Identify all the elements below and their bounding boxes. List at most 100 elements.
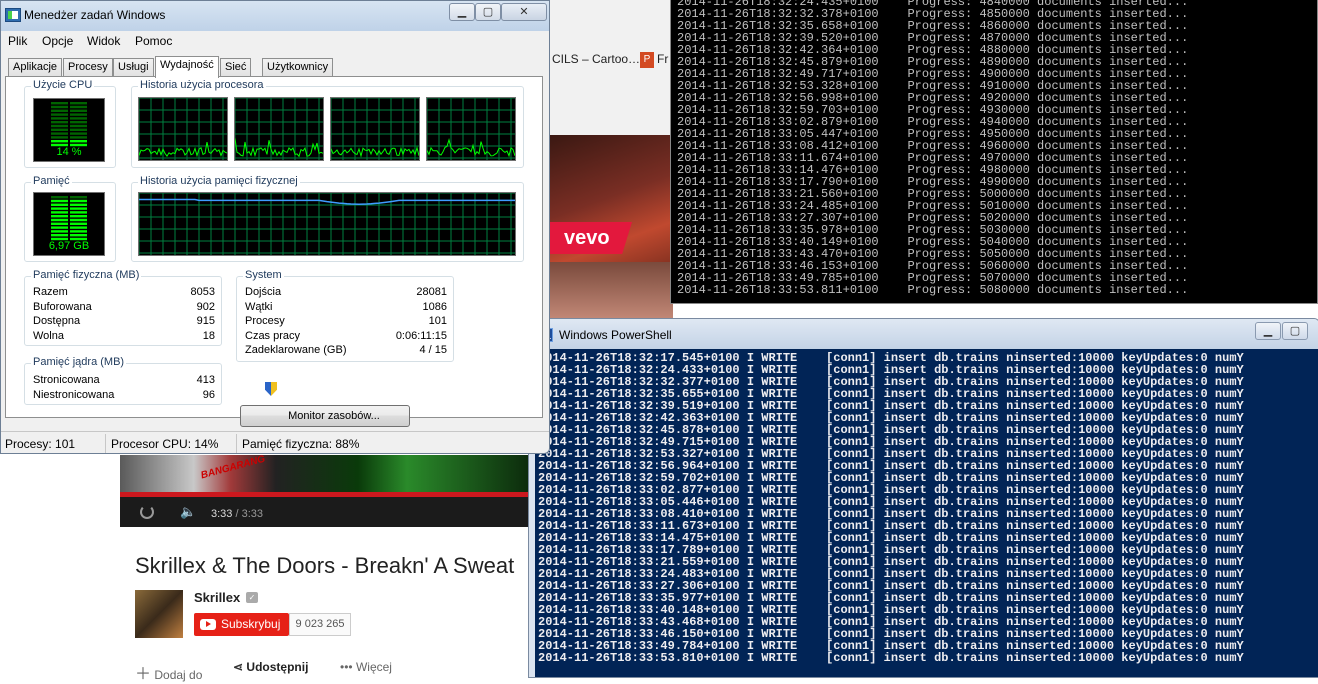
stat-label: Stronicowana bbox=[33, 374, 100, 386]
cpu-core-graph-1 bbox=[138, 97, 228, 161]
stat-row: Czas pracy 0:06:11:15 bbox=[245, 330, 447, 344]
memory-history-group: Historia użycia pamięci fizycznej bbox=[131, 175, 524, 262]
meter-segment bbox=[70, 105, 87, 109]
tab-uslugi[interactable]: Usługi bbox=[113, 58, 154, 76]
more-label: Więcej bbox=[355, 660, 392, 674]
cpu-history-group: Historia użycia procesora bbox=[131, 79, 524, 168]
status-memory: Pamięć fizyczna: 88% bbox=[242, 437, 360, 451]
time-separator: / bbox=[232, 508, 242, 520]
tab-procesy[interactable]: Procesy bbox=[63, 58, 113, 76]
browser-tab[interactable]: CILS – Cartoo… bbox=[552, 52, 640, 66]
meter-segment bbox=[70, 234, 87, 237]
channel-name[interactable]: Skrillex bbox=[194, 590, 240, 605]
memory-history-chart bbox=[139, 193, 515, 255]
minimize-button[interactable]: ▁ bbox=[1255, 322, 1281, 340]
meter-segment bbox=[51, 196, 68, 199]
status-divider bbox=[236, 434, 237, 453]
stat-row: Wolna 18 bbox=[33, 330, 215, 344]
meter-segment bbox=[70, 140, 87, 143]
browser-tab[interactable]: Fr bbox=[657, 52, 668, 66]
cpu-core-4-chart bbox=[427, 98, 515, 160]
stat-label: Niestronicowana bbox=[33, 389, 115, 401]
add-to-label: Dodaj do bbox=[154, 668, 203, 682]
stat-value: 0:06:11:15 bbox=[395, 330, 447, 342]
cpu-core-3-chart bbox=[331, 98, 419, 160]
memory-history-label: Historia użycia pamięci fizycznej bbox=[138, 175, 300, 187]
stat-row: Dostępna 915 bbox=[33, 315, 215, 329]
system-label: System bbox=[243, 269, 284, 281]
cpu-usage-value: 14 % bbox=[56, 146, 82, 158]
menu-pomoc[interactable]: Pomoc bbox=[135, 34, 172, 48]
menu-plik[interactable]: Plik bbox=[8, 34, 27, 48]
tab-uzytkownicy[interactable]: Użytkownicy bbox=[262, 58, 334, 76]
tab-siec[interactable]: Sieć bbox=[220, 58, 252, 76]
task-manager-window[interactable]: Menedżer zadań Windows ▁ ▢ ✕ Plik Opcje … bbox=[0, 0, 550, 454]
meter-segment bbox=[70, 207, 87, 210]
add-to-button[interactable]: ＋ Dodaj do bbox=[135, 660, 202, 684]
cpu-history-label: Historia użycia procesora bbox=[138, 79, 266, 91]
stat-value: 4 / 15 bbox=[419, 344, 447, 356]
tab-aplikacje[interactable]: Aplikacje bbox=[8, 58, 63, 76]
maximize-button[interactable]: ▢ bbox=[1282, 322, 1308, 340]
verified-icon: ✓ bbox=[246, 592, 258, 603]
memory-history-graph bbox=[138, 192, 516, 256]
stat-value: 96 bbox=[202, 389, 215, 401]
video-frame[interactable] bbox=[120, 455, 530, 495]
more-button[interactable]: ••• Więcej bbox=[340, 660, 392, 674]
cpu-history-line bbox=[139, 142, 227, 158]
stat-label: Zadeklarowane (GB) bbox=[245, 344, 347, 356]
meter-segment bbox=[70, 226, 87, 229]
meter-segment bbox=[70, 102, 87, 105]
stat-value: 902 bbox=[196, 301, 215, 313]
meter-segment bbox=[70, 199, 87, 203]
meter-segment bbox=[51, 226, 68, 229]
resource-monitor-button[interactable]: Monitor zasobów... bbox=[240, 405, 410, 427]
minimize-button[interactable]: ▁ bbox=[449, 3, 475, 21]
meter-segment bbox=[70, 128, 87, 131]
meter-segment bbox=[51, 128, 68, 131]
kernel-memory-group: Pamięć jądra (MB) Stronicowana 413 Niestr… bbox=[24, 356, 222, 405]
stat-row: Wątki 1086 bbox=[245, 301, 447, 315]
task-manager-titlebar[interactable]: Menedżer zadań Windows ▁ ▢ ✕ bbox=[1, 1, 549, 31]
menu-opcje[interactable]: Opcje bbox=[42, 34, 73, 48]
channel-avatar[interactable] bbox=[135, 590, 183, 638]
cpu-history-line bbox=[235, 138, 323, 158]
close-button[interactable]: ✕ bbox=[501, 3, 547, 21]
meter-segment bbox=[70, 136, 87, 139]
stat-value: 8053 bbox=[190, 286, 215, 298]
cpu-core-graph-4 bbox=[426, 97, 516, 161]
meter-segment bbox=[70, 211, 87, 214]
status-divider bbox=[105, 434, 106, 453]
stat-label: Wolna bbox=[33, 330, 64, 342]
status-processes: Procesy: 101 bbox=[5, 437, 76, 451]
menu-widok[interactable]: Widok bbox=[87, 34, 120, 48]
meter-segment bbox=[70, 109, 87, 112]
status-bar: Procesy: 101 Procesor CPU: 14% Pamięć fi… bbox=[1, 431, 549, 453]
share-button[interactable]: ⋖ Udostępnij bbox=[233, 660, 308, 674]
powershell-titlebar[interactable]: >_ Windows PowerShell ▁ ▢ bbox=[529, 319, 1318, 349]
cpu-history-line bbox=[427, 138, 515, 158]
memory-label: Pamięć bbox=[31, 175, 72, 187]
stat-row: Procesy 101 bbox=[245, 315, 447, 329]
console-window[interactable]: 2014-11-26T18:32:24.435+0100 Progress: 4… bbox=[670, 0, 1318, 304]
cpu-core-2-chart bbox=[235, 98, 323, 160]
status-cpu: Procesor CPU: 14% bbox=[111, 437, 219, 451]
meter-segment bbox=[51, 199, 68, 203]
stat-value: 101 bbox=[428, 315, 447, 327]
powershell-line: 2014-11-26T18:33:53.810+0100 I WRITE [co… bbox=[538, 651, 1244, 665]
meter-segment bbox=[51, 230, 68, 233]
powershell-output-area[interactable]: 2014-11-26T18:32:17.545+0100 I WRITE [co… bbox=[535, 349, 1318, 677]
meter-segment bbox=[70, 117, 87, 120]
stat-row: Stronicowana 413 bbox=[33, 374, 215, 388]
volume-icon[interactable]: 🔈 bbox=[180, 505, 196, 520]
replay-icon[interactable] bbox=[140, 505, 154, 519]
powershell-window[interactable]: >_ Windows PowerShell ▁ ▢ 2014-11-26T18:… bbox=[528, 318, 1318, 678]
tab-wydajnosc[interactable]: Wydajność bbox=[155, 56, 219, 78]
cpu-meter-bars bbox=[51, 102, 87, 147]
memory-history-line bbox=[139, 198, 515, 205]
stat-value: 915 bbox=[196, 315, 215, 327]
browser-tab[interactable]: P bbox=[640, 52, 654, 68]
memory-meter-bars bbox=[51, 196, 87, 241]
maximize-button[interactable]: ▢ bbox=[475, 3, 501, 21]
meter-segment bbox=[70, 230, 87, 233]
